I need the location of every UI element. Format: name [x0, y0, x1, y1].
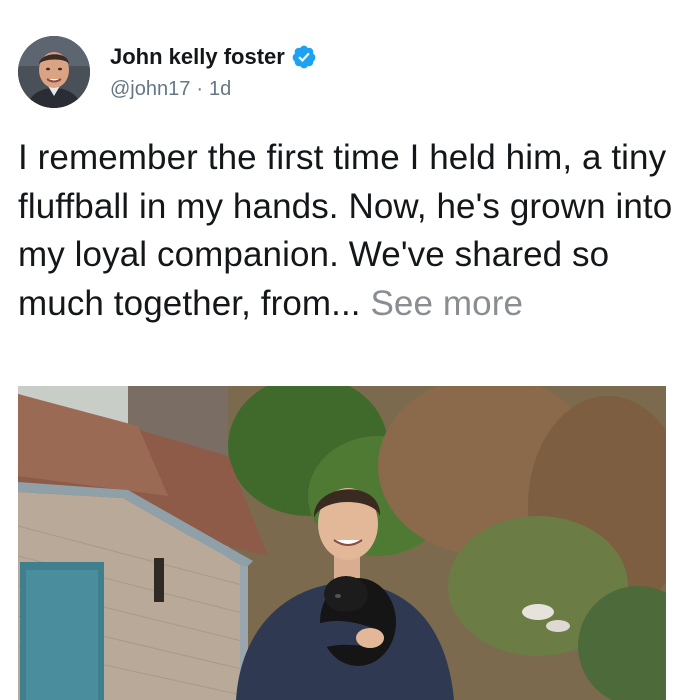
author-display-name[interactable]: John kelly foster: [110, 44, 285, 70]
tweet-meta: @john17 · 1d: [110, 78, 317, 101]
tweet-media-photo[interactable]: [18, 386, 666, 700]
tweet-timestamp[interactable]: 1d: [209, 78, 231, 100]
avatar-image: [18, 36, 90, 108]
author-handle[interactable]: @john17: [110, 78, 190, 100]
meta-separator: ·: [196, 77, 204, 100]
tweet-header: John kelly foster @john17 · 1d: [18, 34, 317, 110]
tweet-text: I remember the first time I held him, a …: [18, 134, 686, 328]
author-info: John kelly foster @john17 · 1d: [110, 44, 317, 101]
name-row: John kelly foster: [110, 44, 317, 70]
author-avatar[interactable]: [18, 36, 90, 108]
see-more-link[interactable]: See more: [370, 284, 523, 323]
tweet-body: I remember the first time I held him, a …: [18, 138, 673, 323]
photo-scene: [18, 386, 666, 700]
verified-badge-icon: [291, 44, 317, 70]
